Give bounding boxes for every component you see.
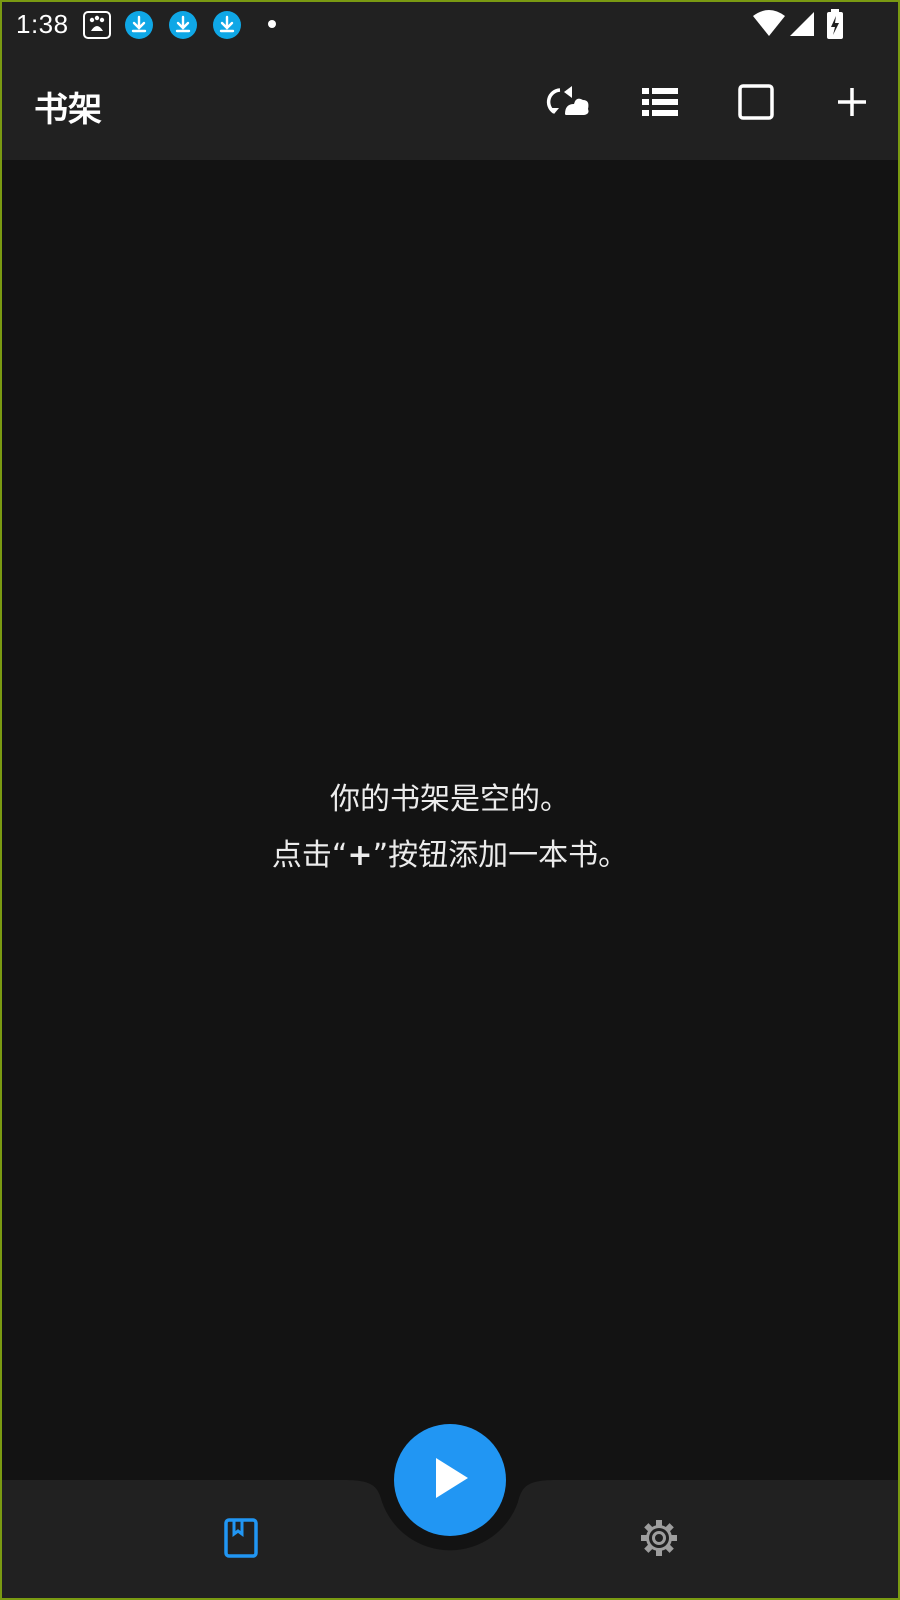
sync-cloud-button[interactable] (542, 78, 594, 130)
empty-state: 你的书架是空的。 点击“+”按钮添加一本书。 (0, 772, 900, 884)
play-fab-button[interactable] (394, 1424, 506, 1536)
list-view-icon (641, 86, 679, 122)
app-bar: 书架 (0, 48, 900, 160)
empty-message-prefix: 点击“ (271, 838, 348, 873)
list-view-button[interactable] (634, 78, 686, 130)
add-button[interactable] (826, 78, 878, 130)
select-box-button[interactable] (730, 78, 782, 130)
empty-message-line2: 点击“+”按钮添加一本书。 (0, 828, 900, 884)
status-time: 1:38 (16, 9, 69, 39)
empty-message-suffix: ”按钮添加一本书。 (372, 838, 629, 873)
nav-item-settings[interactable] (619, 1500, 699, 1580)
download-icon (124, 10, 154, 40)
download-icon (212, 10, 242, 40)
cell-signal-icon (788, 8, 816, 42)
page-title: 书架 (34, 90, 102, 130)
select-box-icon (738, 84, 774, 124)
wifi-icon (752, 8, 786, 42)
dot-icon (268, 20, 276, 28)
nav-item-bookshelf[interactable] (201, 1500, 281, 1580)
bookshelf-icon (224, 1518, 258, 1562)
empty-message-plus: + (347, 838, 373, 873)
settings-icon (639, 1518, 679, 1562)
add-icon (837, 87, 867, 121)
bookshelf-content: 你的书架是空的。 点击“+”按钮添加一本书。 (0, 160, 900, 1480)
battery-charging-icon (826, 8, 844, 44)
sync-cloud-icon (546, 82, 590, 126)
play-icon (430, 1456, 470, 1504)
empty-message-line1: 你的书架是空的。 (330, 782, 570, 817)
baidu-icon (82, 10, 112, 40)
status-bar: 1:38 (0, 0, 900, 48)
download-icon (168, 10, 198, 40)
